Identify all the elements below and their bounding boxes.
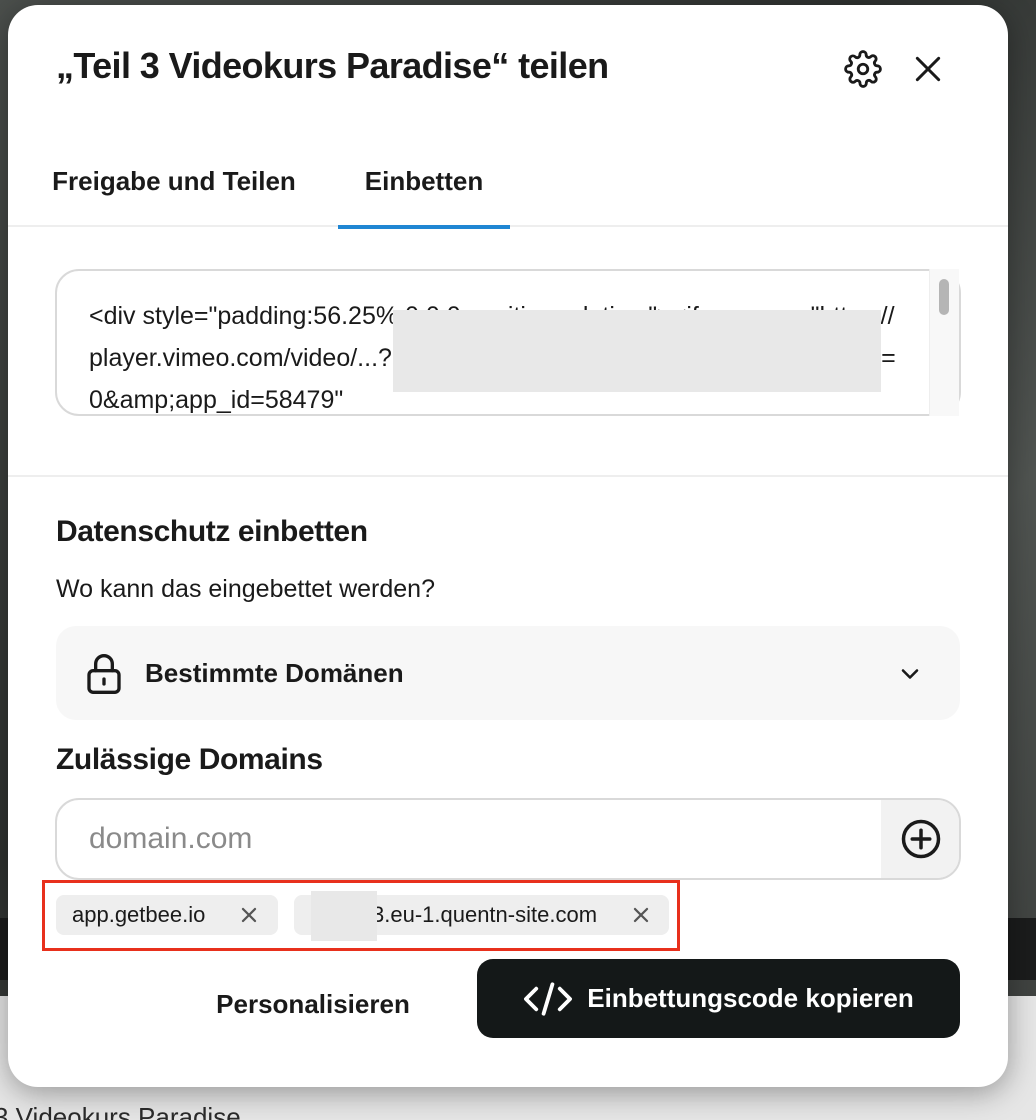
remove-domain-button[interactable] bbox=[629, 903, 653, 927]
domain-input-group bbox=[55, 798, 961, 880]
tab-bar: Freigabe und Teilen Einbetten bbox=[8, 135, 1008, 229]
code-icon bbox=[524, 981, 573, 1016]
close-button[interactable] bbox=[904, 45, 952, 93]
scrollbar-thumb[interactable] bbox=[939, 279, 949, 315]
tab-embed[interactable]: Einbetten bbox=[338, 135, 510, 229]
settings-button[interactable] bbox=[839, 45, 887, 93]
chevron-down-icon bbox=[901, 669, 919, 679]
domain-input[interactable] bbox=[57, 800, 881, 878]
close-icon bbox=[633, 907, 649, 923]
privacy-select[interactable]: Bestimmte Domänen bbox=[56, 626, 960, 720]
gear-icon bbox=[844, 50, 882, 88]
dialog-title: „Teil 3 Videokurs Paradise“ teilen bbox=[56, 45, 609, 86]
redaction-block bbox=[393, 310, 881, 392]
tab-share[interactable]: Freigabe und Teilen bbox=[48, 135, 300, 227]
code-scrollbar[interactable] bbox=[929, 269, 959, 416]
personalize-button[interactable]: Personalisieren bbox=[198, 977, 428, 1031]
copy-embed-code-button[interactable]: Einbettungscode kopieren bbox=[477, 959, 960, 1038]
privacy-select-value: Bestimmte Domänen bbox=[145, 658, 404, 688]
add-domain-button[interactable] bbox=[881, 800, 959, 878]
domain-chip: app.getbee.io bbox=[56, 895, 278, 935]
lock-icon bbox=[87, 654, 121, 694]
plus-circle-icon bbox=[901, 819, 941, 859]
backdrop-video-title: 3 Videokurs Paradise bbox=[0, 1102, 241, 1120]
remove-domain-button[interactable] bbox=[237, 903, 261, 927]
redaction-block bbox=[311, 891, 377, 941]
allowed-domains-heading: Zulässige Domains bbox=[56, 743, 323, 776]
close-icon bbox=[241, 907, 257, 923]
share-dialog: „Teil 3 Videokurs Paradise“ teilen Freig… bbox=[8, 5, 1008, 1087]
privacy-heading: Datenschutz einbetten bbox=[56, 515, 368, 548]
close-icon bbox=[915, 56, 941, 82]
copy-embed-code-label: Einbettungscode kopieren bbox=[587, 983, 914, 1013]
privacy-question: Wo kann das eingebettet werden? bbox=[56, 575, 435, 603]
section-divider bbox=[8, 475, 1008, 477]
domain-chip-label: app.getbee.io bbox=[72, 902, 206, 927]
